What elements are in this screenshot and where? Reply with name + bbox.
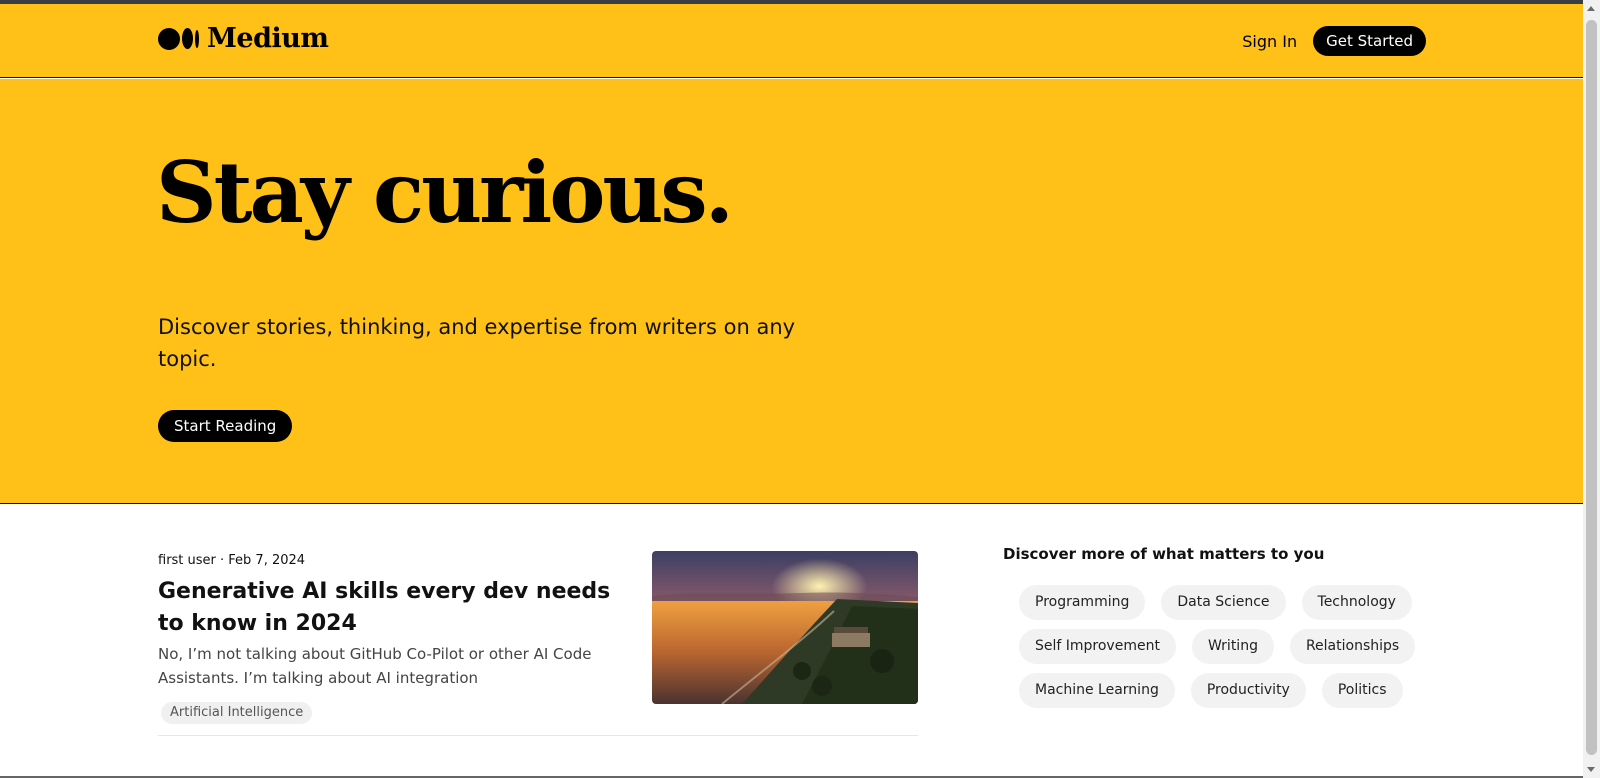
header-nav: Sign In Get Started bbox=[1242, 26, 1426, 56]
topic-chip-machine-learning[interactable]: Machine Learning bbox=[1019, 673, 1175, 708]
medium-logo-icon bbox=[158, 27, 199, 50]
article-card[interactable]: first user · Feb 7, 2024 Generative AI s… bbox=[158, 548, 918, 736]
site-header: Medium Sign In Get Started bbox=[0, 4, 1583, 78]
article-tag[interactable]: Artificial Intelligence bbox=[161, 702, 313, 724]
scroll-up-arrow-icon[interactable] bbox=[1587, 6, 1595, 11]
article-meta: first user · Feb 7, 2024 bbox=[158, 553, 306, 568]
discover-panel: Discover more of what matters to you Pro… bbox=[1003, 545, 1423, 708]
topic-chip-productivity[interactable]: Productivity bbox=[1190, 673, 1306, 708]
topic-chip-technology[interactable]: Technology bbox=[1301, 585, 1412, 620]
vertical-scrollbar[interactable] bbox=[1583, 0, 1600, 778]
hero-title: Stay curious. bbox=[156, 143, 734, 242]
scroll-down-arrow-icon[interactable] bbox=[1587, 767, 1595, 772]
article-excerpt: No, I’m not talking about GitHub Co-Pilo… bbox=[158, 645, 592, 687]
scrollbar-thumb[interactable] bbox=[1586, 20, 1597, 755]
article-thumbnail-image[interactable] bbox=[652, 551, 918, 704]
topic-list: Programming Data Science Technology Self… bbox=[1019, 585, 1423, 708]
discover-title: Discover more of what matters to you bbox=[1003, 545, 1325, 563]
topic-chip-relationships[interactable]: Relationships bbox=[1289, 629, 1416, 664]
topic-chip-politics[interactable]: Politics bbox=[1321, 673, 1403, 708]
medium-logo[interactable]: Medium bbox=[158, 23, 329, 54]
topic-chip-data-science[interactable]: Data Science bbox=[1161, 585, 1286, 620]
logo-text: Medium bbox=[207, 23, 329, 54]
get-started-button[interactable]: Get Started bbox=[1313, 26, 1426, 56]
topic-chip-programming[interactable]: Programming bbox=[1019, 585, 1146, 620]
topic-chip-self-improvement[interactable]: Self Improvement bbox=[1019, 629, 1176, 664]
hero-subtitle: Discover stories, thinking, and expertis… bbox=[158, 315, 796, 371]
topic-chip-writing[interactable]: Writing bbox=[1191, 629, 1274, 664]
sign-in-link[interactable]: Sign In bbox=[1242, 32, 1297, 51]
hero-section: Stay curious. Discover stories, thinking… bbox=[0, 79, 1583, 504]
start-reading-button[interactable]: Start Reading bbox=[158, 410, 293, 442]
article-title[interactable]: Generative AI skills every dev needs to … bbox=[158, 576, 618, 640]
